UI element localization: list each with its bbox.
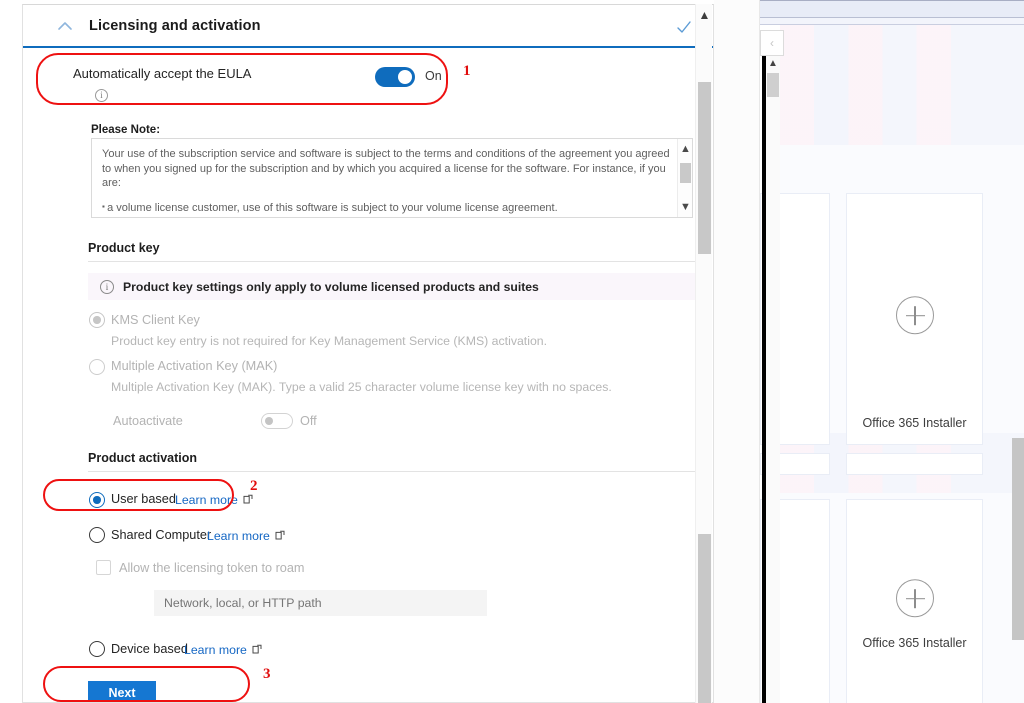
learn-more-shared-computer[interactable]: Learn more (207, 529, 285, 543)
radio-shared-computer[interactable] (89, 527, 105, 543)
external-link-icon (275, 529, 285, 543)
scrollbar-thumb[interactable] (698, 82, 711, 254)
annotation-number-3: 3 (263, 666, 271, 682)
autoactivate-state: Off (300, 414, 317, 428)
eula-toggle-row: Automatically accept the EULA i On (73, 61, 473, 109)
product-key-info-banner: i Product key settings only apply to vol… (88, 273, 696, 300)
radio-multiple-activation-key[interactable] (89, 359, 105, 375)
toggle-knob (398, 70, 412, 84)
scroll-down-icon[interactable]: ▼ (678, 199, 692, 215)
learn-more-device-based[interactable]: Learn more (184, 643, 262, 657)
chevron-up-icon[interactable] (55, 16, 75, 36)
scrollbar-thumb[interactable] (680, 163, 691, 183)
eula-bullet: a volume license customer, use of this s… (102, 200, 670, 216)
radio-description-kms: Product key entry is not required for Ke… (111, 334, 548, 348)
background-title-bar (760, 0, 1024, 18)
next-button[interactable]: Next (88, 681, 156, 702)
external-link-icon (243, 493, 253, 507)
info-icon: i (100, 279, 114, 294)
scroll-up-icon[interactable]: ▲ (678, 141, 692, 157)
background-application: Office 365 Installer Office 365 Installe… (714, 0, 1024, 703)
radio-label-kms: KMS Client Key (111, 313, 200, 327)
background-outer-scrollbar-thumb[interactable] (1012, 438, 1024, 640)
learn-more-label: Learn more (184, 643, 247, 657)
divider (88, 471, 696, 472)
screen: Office 365 Installer Office 365 Installe… (0, 0, 1024, 703)
scroll-up-icon[interactable]: ▲ (766, 57, 780, 71)
info-icon[interactable]: i (95, 89, 108, 102)
eula-label: Automatically accept the EULA (73, 66, 252, 81)
eula-bullet: a Microsoft Online Subscription customer… (102, 216, 670, 217)
eula-toggle[interactable] (375, 67, 415, 87)
background-inner-scrollbar[interactable]: ▲ (766, 56, 780, 703)
radio-kms-client-key[interactable] (89, 312, 105, 328)
licensing-panel: Licensing and activation Automatically a… (22, 4, 714, 703)
learn-more-label: Learn more (207, 529, 270, 543)
learn-more-user-based[interactable]: Learn more (175, 493, 253, 507)
scroll-up-icon[interactable]: ▲ (696, 6, 713, 24)
background-band-1 (780, 25, 1024, 145)
autoactivate-toggle[interactable] (261, 413, 293, 429)
panel-scrollbar[interactable]: ▲ (695, 4, 712, 703)
checkbox-allow-token-roam[interactable] (96, 560, 111, 575)
eula-bullet-list: a volume license customer, use of this s… (102, 200, 670, 218)
radio-label-user-based: User based (111, 492, 176, 506)
eula-text-content: Your use of the subscription service and… (92, 139, 692, 218)
background-left-gutter (714, 0, 760, 703)
learn-more-label: Learn more (175, 493, 238, 507)
eula-scrollbar[interactable]: ▲ ▼ (677, 139, 692, 217)
radio-label-shared-computer: Shared Computer (111, 528, 212, 542)
annotation-number-2: 2 (250, 478, 258, 494)
background-card-2[interactable]: Office 365 Installer (846, 499, 983, 703)
banner-text: Product key settings only apply to volum… (123, 279, 539, 294)
plus-circle-icon (895, 579, 934, 618)
section-header[interactable]: Licensing and activation (23, 5, 713, 48)
product-activation-heading: Product activation (88, 451, 198, 465)
background-card-caption: Office 365 Installer (862, 636, 967, 651)
toggle-knob (265, 417, 273, 425)
plus-circle-icon (895, 296, 934, 335)
background-canvas: Office 365 Installer Office 365 Installe… (760, 25, 1024, 703)
background-card-1[interactable]: Office 365 Installer (846, 193, 983, 445)
divider (88, 261, 696, 262)
eula-paragraph: Your use of the subscription service and… (102, 148, 670, 189)
external-link-icon (252, 643, 262, 657)
background-card-caption: Office 365 Installer (862, 416, 967, 430)
annotation-number-1: 1 (463, 63, 471, 79)
eula-toggle-state: On (425, 69, 442, 83)
scrollbar-thumb[interactable] (698, 534, 711, 703)
background-collapse-button[interactable]: ‹ (760, 30, 784, 56)
page-title: Licensing and activation (89, 17, 261, 34)
checkmark-icon (676, 19, 692, 35)
background-card-partial-3[interactable] (846, 453, 983, 475)
radio-description-mak: Multiple Activation Key (MAK). Type a va… (111, 380, 612, 394)
token-path-input[interactable] (154, 590, 487, 616)
checkbox-label-allow-token-roam: Allow the licensing token to roam (119, 561, 305, 575)
autoactivate-label: Autoactivate (113, 414, 183, 428)
background-toolbar (760, 18, 1024, 25)
eula-text-box[interactable]: Your use of the subscription service and… (91, 138, 693, 218)
radio-label-mak: Multiple Activation Key (MAK) (111, 359, 278, 373)
scrollbar-thumb[interactable] (767, 73, 779, 97)
radio-label-device-based: Device based (111, 642, 188, 656)
radio-device-based[interactable] (89, 641, 105, 657)
please-note-label: Please Note: (91, 124, 161, 136)
radio-user-based[interactable] (89, 492, 105, 508)
product-key-heading: Product key (88, 241, 160, 255)
